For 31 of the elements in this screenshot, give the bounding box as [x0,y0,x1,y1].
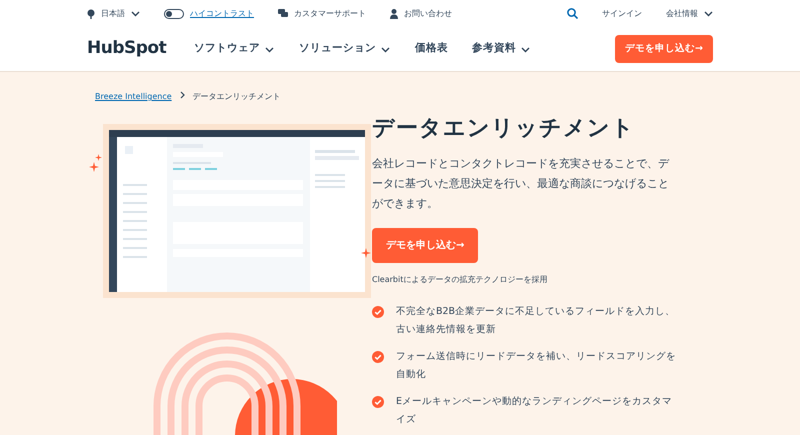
hero-title: データエンリッチメント [372,116,636,142]
hubspot-logo[interactable]: HubSpot [87,36,166,62]
high-contrast-link[interactable]: ハイコントラスト [190,8,254,20]
chevron-right-icon [180,91,185,99]
nav-menu-item[interactable]: ソフトウェア [194,41,276,57]
contrast-toggle[interactable] [164,8,184,18]
check-circle-icon [372,351,384,364]
nav-menu-item[interactable]: 価格表 [415,41,448,57]
language-label: 日本語 [101,8,125,20]
contact-link[interactable]: お問い合わせ [390,8,452,20]
technology-note: Clearbitによるデータの拡充テクノロジーを採用 [372,274,548,286]
sign-in-link[interactable]: サインイン [602,8,642,20]
customer-support-link[interactable]: カスタマーサポート [278,8,366,20]
check-circle-icon [372,396,384,408]
check-circle-icon [372,306,384,318]
feature-text: フォーム送信時にリードデータを補い、リードスコアリングを自動化 [396,350,677,382]
breadcrumb-current: データエンリッチメント [192,91,281,103]
company-menu[interactable]: 会社情報 [666,8,713,20]
caret-icon [131,10,140,17]
person-icon [390,8,398,18]
feature-text: 不完全なB2B企業データに不足しているフィールドを入力し、古い連絡先情報を更新 [396,305,676,338]
language-selector[interactable]: 日本語 [87,8,140,20]
globe-icon [87,8,95,18]
caret-icon [704,10,713,17]
feature-text: Eメールキャンペーンや動的なランディングページをカスタマイズ [396,395,674,428]
nav-menu-item[interactable]: ソリューション [299,41,392,57]
nav-menu-item[interactable]: 参考資料 [472,41,532,57]
search-icon[interactable] [567,8,578,19]
breadcrumb-link[interactable]: Breeze Intelligence [95,91,172,103]
chat-bubbles-icon [278,9,288,18]
hero-description: 会社レコードとコンタクトレコードを充実させることで、データに基づいた意思決定を行い、最適な商談につなげることができます。 [372,156,670,212]
